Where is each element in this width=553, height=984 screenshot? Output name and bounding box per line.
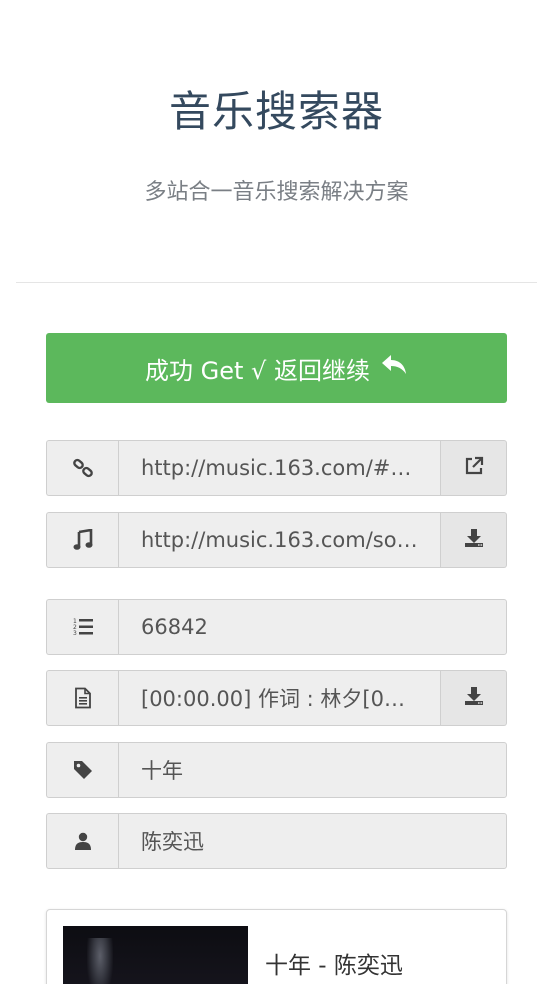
page-title: 音乐搜索器 [168,87,384,136]
user-icon [46,813,118,869]
song-link-value: http://music.163.com/#/so… [141,456,418,480]
song-id-group: 1 2 3 66842 [46,599,507,655]
lyrics-field[interactable]: [00:00.00] 作词 : 林夕[00:01… [118,670,441,726]
tag-icon [46,742,118,798]
song-link-group: http://music.163.com/#/so… [46,440,507,496]
open-link-button[interactable] [441,440,507,496]
audio-url-field[interactable]: http://music.163.com/song… [118,512,441,568]
artist-field[interactable]: 陈奕迅 [118,813,507,869]
page-subtitle: 多站合一音乐搜索解决方案 [144,180,409,205]
success-button-label: 成功 Get √ 返回继续 [145,356,370,385]
cover-figure [87,938,113,984]
song-title-value: 十年 [141,759,183,783]
artist-group: 陈奕迅 [46,813,507,869]
download-icon [463,685,485,711]
audio-url-value: http://music.163.com/song… [141,528,418,552]
ordered-list-icon: 1 2 3 [46,599,118,655]
link-icon [46,440,118,496]
svg-text:3: 3 [73,630,77,637]
music-icon [46,512,118,568]
file-text-icon [46,670,118,726]
download-icon [463,527,485,553]
audio-url-group: http://music.163.com/song… [46,512,507,568]
song-id-value: 66842 [141,615,208,639]
reply-icon [380,353,408,383]
artist-value: 陈奕迅 [141,830,204,854]
song-link-field[interactable]: http://music.163.com/#/so… [118,440,441,496]
player-song-title: 十年 - 陈奕迅 [265,953,403,979]
external-link-icon [463,455,485,481]
song-title-group: 十年 [46,742,507,798]
lyrics-value: [00:00.00] 作词 : 林夕[00:01… [141,687,418,711]
success-return-button[interactable]: 成功 Get √ 返回继续 [46,333,507,403]
page: 音乐搜索器 多站合一音乐搜索解决方案 成功 Get √ 返回继续 http://… [0,0,553,984]
lyrics-group: [00:00.00] 作词 : 林夕[00:01… [46,670,507,726]
download-lyrics-button[interactable] [441,670,507,726]
album-cover[interactable] [63,926,248,984]
download-audio-button[interactable] [441,512,507,568]
divider [16,282,537,283]
song-id-field[interactable]: 66842 [118,599,507,655]
song-title-field[interactable]: 十年 [118,742,507,798]
player-card: 十年 - 陈奕迅 [46,909,507,984]
